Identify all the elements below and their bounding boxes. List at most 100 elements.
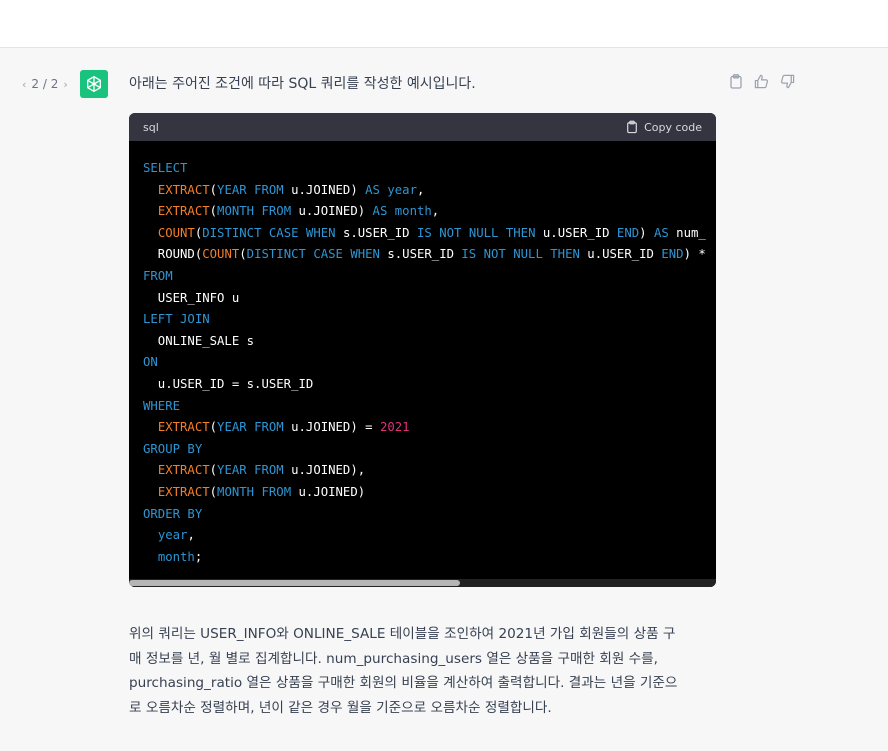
code-keyword: MONTH [217, 484, 255, 499]
code-text: u.USER_ID [535, 225, 617, 240]
code-function: EXTRACT [157, 420, 210, 435]
code-block: sql Copy code SELECT EXTRACT(YEAR FROM u… [129, 113, 716, 587]
code-keyword: AS [372, 204, 388, 219]
code-text: u.JOINED) = [283, 420, 380, 435]
clipboard-icon [627, 120, 637, 134]
code-keyword: LEFT JOIN [143, 312, 210, 327]
response-pager: ‹ 2 / 2 › [22, 77, 68, 91]
code-line: GROUP BY [143, 439, 716, 461]
code-line: year, [143, 525, 716, 547]
code-text: , [416, 182, 425, 197]
code-line: ON [143, 352, 716, 374]
code-text: ( [239, 247, 247, 262]
copy-code-button[interactable]: Copy code [626, 120, 702, 134]
thumbs-up-icon [754, 74, 769, 89]
copy-code-label: Copy code [644, 120, 702, 134]
code-keyword: NOT [483, 247, 506, 262]
code-keyword: ORDER BY [143, 506, 203, 521]
next-response-button[interactable]: › [63, 78, 67, 91]
explanation-line: 위의 쿼리는 USER_INFO와 ONLINE_SALE 테이블을 조인하여 … [129, 626, 676, 642]
code-keyword: MONTH [217, 204, 255, 219]
code-text: ) * [683, 247, 706, 262]
code-line: ONLINE_SALE s [143, 331, 716, 353]
code-text: ONLINE_SALE s [143, 333, 255, 348]
code-text: s.USER_ID [335, 225, 417, 240]
code-text: ROUND( [143, 247, 203, 262]
code-line: LEFT JOIN [143, 309, 716, 331]
prev-response-button[interactable]: ‹ [22, 78, 26, 91]
copy-message-button[interactable] [726, 72, 745, 91]
code-function: COUNT [202, 247, 240, 262]
code-keyword: month [394, 204, 432, 219]
code-keyword: DISTINCT [246, 247, 306, 262]
thumbs-up-button[interactable] [752, 72, 771, 91]
scrollbar-thumb[interactable] [129, 580, 460, 586]
code-keyword: CASE [268, 225, 299, 240]
explanation-line: 로 오름차순 정렬하며, 년이 같은 경우 월을 기준으로 오름차순 정렬합니다… [129, 699, 552, 716]
code-horizontal-scrollbar[interactable] [129, 579, 716, 587]
code-keyword: FROM [254, 463, 284, 478]
code-line: EXTRACT(YEAR FROM u.JOINED) AS year, [143, 180, 716, 202]
code-line: EXTRACT(YEAR FROM u.JOINED) = 2021 [143, 417, 716, 439]
code-line: SELECT [143, 158, 716, 180]
assistant-explanation: 위의 쿼리는 USER_INFO와 ONLINE_SALE 테이블을 조인하여 … [129, 622, 721, 720]
code-keyword: year [387, 182, 417, 197]
code-line: FROM [143, 266, 716, 288]
code-line: EXTRACT(MONTH FROM u.JOINED) AS month, [143, 201, 716, 223]
code-text: num_ [668, 225, 706, 240]
code-line: COUNT(DISTINCT CASE WHEN s.USER_ID IS NO… [143, 223, 716, 245]
code-keyword: GROUP BY [143, 441, 203, 456]
code-keyword: AS [365, 182, 380, 197]
code-keyword: IS [461, 247, 477, 262]
code-line: ORDER BY [143, 504, 716, 526]
pager-label: 2 / 2 [31, 77, 59, 91]
code-keyword: END [616, 225, 640, 240]
code-text: u.JOINED) [291, 204, 373, 219]
code-content: SELECT EXTRACT(YEAR FROM u.JOINED) AS ye… [129, 141, 716, 568]
code-text: s.USER_ID [379, 247, 462, 262]
code-keyword: month [157, 549, 195, 564]
code-text: ( [209, 463, 218, 478]
code-line: u.USER_ID = s.USER_ID [143, 374, 716, 396]
code-text: , [431, 204, 440, 219]
code-keyword: WHEN [305, 225, 336, 240]
code-keyword: FROM [254, 420, 284, 435]
code-number: 2021 [379, 420, 410, 435]
code-text: ( [209, 182, 218, 197]
code-keyword: DISTINCT [202, 225, 262, 240]
code-keyword: YEAR [217, 463, 247, 478]
code-function: EXTRACT [157, 463, 210, 478]
code-function: EXTRACT [157, 484, 210, 499]
code-keyword: SELECT [143, 161, 188, 175]
thumbs-down-button[interactable] [778, 72, 797, 91]
top-bar [0, 0, 888, 48]
code-keyword: CASE [313, 247, 343, 262]
code-keyword: WHEN [350, 247, 380, 262]
code-keyword: FROM [261, 484, 292, 499]
code-keyword: THEN [505, 225, 536, 240]
code-keyword: ON [143, 355, 158, 370]
thumbs-down-icon [780, 74, 795, 89]
code-text: ( [209, 420, 218, 435]
message-actions [726, 72, 797, 91]
code-function: EXTRACT [157, 182, 210, 197]
code-keyword: NOT [439, 225, 462, 240]
code-function: EXTRACT [157, 204, 210, 219]
code-text: ; [194, 549, 203, 564]
code-line: ROUND(COUNT(DISTINCT CASE WHEN s.USER_ID… [143, 244, 716, 266]
code-text: ( [209, 484, 218, 499]
code-line: EXTRACT(YEAR FROM u.JOINED), [143, 460, 716, 482]
openai-logo-icon [87, 76, 102, 93]
